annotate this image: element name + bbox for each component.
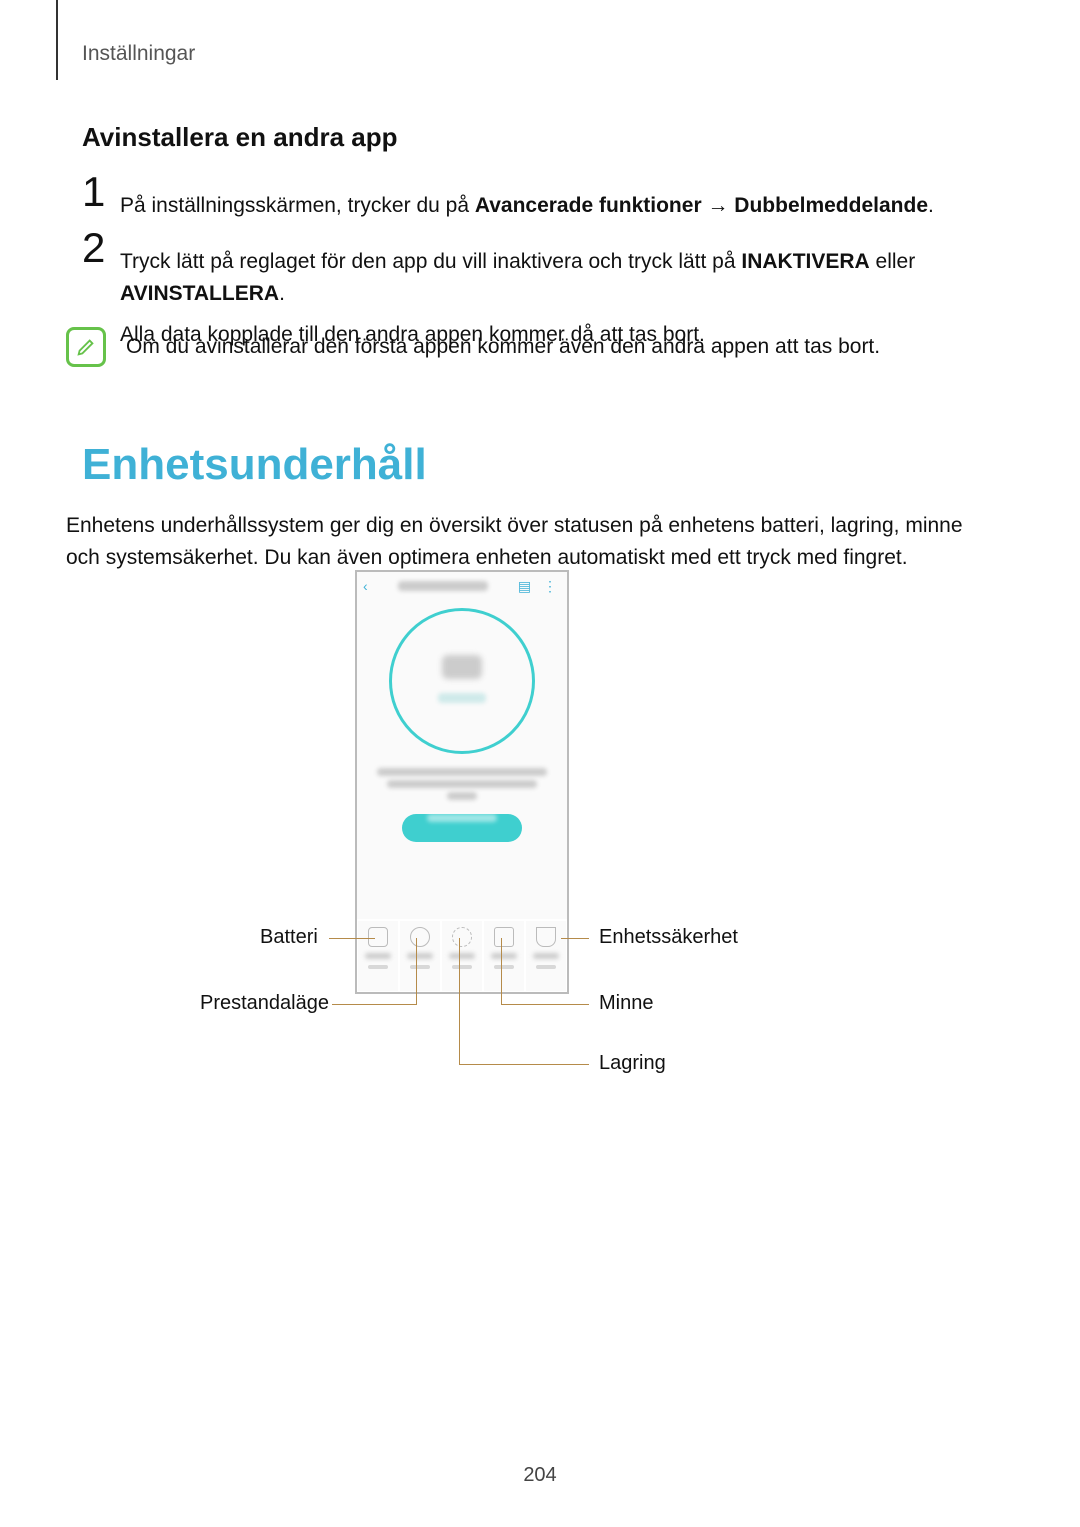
step-number: 2 <box>82 224 105 272</box>
step1-bold-b: Dubbelmeddelande <box>734 194 928 217</box>
tab-security <box>525 920 567 992</box>
callout-line <box>332 1004 417 1005</box>
step2-text-a: Tryck lätt på reglaget för den app du vi… <box>120 250 741 273</box>
score-sub-blur <box>438 693 486 703</box>
callout-line <box>459 938 460 1064</box>
step1-bold-a: Avancerade funktioner <box>475 194 702 217</box>
score-blur <box>442 655 482 679</box>
step-1: 1 På inställningsskärmen, trycker du på … <box>82 190 1000 222</box>
section-heading: Enhetsunderhåll <box>82 440 427 490</box>
step-number: 1 <box>82 168 105 216</box>
step-text: På inställningsskärmen, trycker du på Av… <box>120 190 1000 222</box>
tab-storage <box>441 920 483 992</box>
callout-line <box>501 1004 589 1005</box>
note-text: Om du avinstallerar den första appen kom… <box>126 335 880 359</box>
tab-perf <box>399 920 441 992</box>
section-body: Enhetens underhållssystem ger dig en öve… <box>66 510 1000 573</box>
callout-line <box>561 938 589 939</box>
tab-battery <box>357 920 399 992</box>
manual-page: Inställningar Avinstallera en andra app … <box>0 0 1080 1527</box>
margin-marker <box>56 0 58 80</box>
title-blur <box>398 581 488 591</box>
step2-bold-b: AVINSTALLERA <box>120 282 279 305</box>
callout-line <box>329 938 375 939</box>
callout-battery: Batteri <box>260 926 318 949</box>
note-icon <box>66 327 106 367</box>
phone-tabs <box>357 919 567 992</box>
phone-screenshot: ‹ ▤ ⋮ <box>355 570 569 994</box>
page-number: 204 <box>0 1464 1080 1487</box>
step1-text-a: På inställningsskärmen, trycker du på <box>120 194 475 217</box>
back-icon: ‹ <box>363 578 368 594</box>
callout-perf: Prestandaläge <box>200 992 329 1015</box>
subsection-title: Avinstallera en andra app <box>82 122 397 153</box>
note-block: Om du avinstallerar den första appen kom… <box>66 327 1000 367</box>
score-ring <box>389 608 535 754</box>
phone-appbar: ‹ ▤ ⋮ <box>357 572 567 600</box>
tab-memory <box>483 920 525 992</box>
callout-line <box>459 1064 589 1065</box>
callout-storage: Lagring <box>599 1052 666 1075</box>
step1-end: . <box>928 194 934 217</box>
callout-line <box>501 938 502 1004</box>
optimize-button <box>402 814 522 842</box>
step2-end: . <box>279 282 285 305</box>
callout-memory: Minne <box>599 992 653 1015</box>
breadcrumb: Inställningar <box>82 42 195 66</box>
step1-arrow: → <box>702 194 735 217</box>
callout-line <box>416 938 417 1004</box>
menu-icon: ▤ ⋮ <box>518 578 561 595</box>
step2-bold-a: INAKTIVERA <box>741 250 869 273</box>
desc-blur <box>367 768 557 800</box>
step2-mid: eller <box>870 250 916 273</box>
callout-security: Enhetssäkerhet <box>599 926 738 949</box>
